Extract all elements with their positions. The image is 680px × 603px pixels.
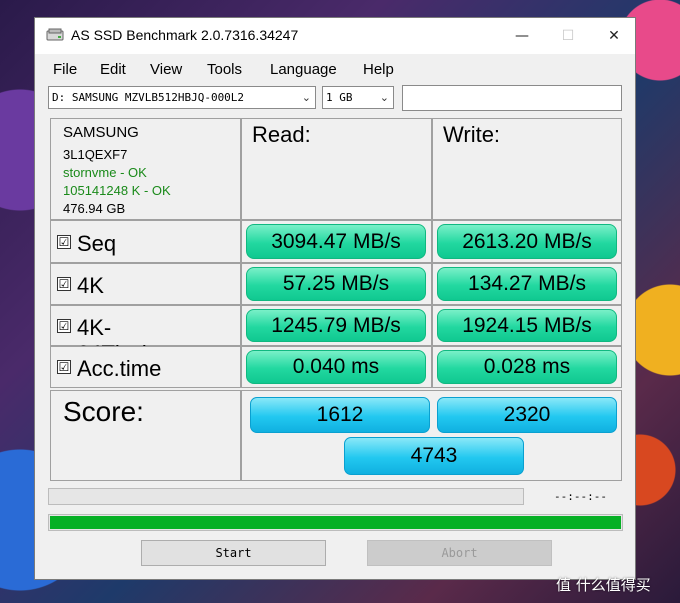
seq-read-result: 3094.47 MB/s bbox=[246, 224, 426, 259]
read-header-panel: Read: bbox=[241, 118, 432, 220]
4k-read-cell: 57.25 MB/s bbox=[241, 263, 432, 305]
start-button[interactable]: Start bbox=[141, 540, 326, 566]
chevron-down-icon: ⌄ bbox=[379, 91, 389, 104]
write-column-header: Write: bbox=[443, 122, 501, 147]
menu-view[interactable]: View bbox=[150, 61, 182, 78]
seq-checkbox[interactable]: ☑ bbox=[57, 235, 71, 249]
read-score: 1612 bbox=[250, 397, 430, 433]
driver-status: stornvme - OK bbox=[63, 165, 147, 180]
4k64-row-label-cell: ☑ 4K-64Thrd bbox=[50, 305, 241, 366]
app-window: AS SSD Benchmark 2.0.7316.34247 — ☐ ✕ Fi… bbox=[34, 17, 636, 580]
abort-button[interactable]: Abort bbox=[367, 540, 552, 566]
4k64-checkbox[interactable]: ☑ bbox=[57, 319, 71, 333]
close-button[interactable]: ✕ bbox=[591, 18, 637, 54]
menu-help[interactable]: Help bbox=[363, 61, 394, 78]
drive-app-icon bbox=[46, 28, 64, 41]
menu-bar: File Edit View Tools Language Help bbox=[35, 58, 635, 82]
4k64-read-result: 1245.79 MB/s bbox=[246, 309, 426, 342]
drive-select-value: D: SAMSUNG MZVLB512HBJQ-000L2 bbox=[52, 91, 245, 104]
menu-language[interactable]: Language bbox=[270, 61, 337, 78]
menu-file[interactable]: File bbox=[53, 61, 77, 78]
drive-model: SAMSUNG bbox=[63, 124, 139, 141]
score-label: Score: bbox=[63, 396, 144, 427]
text-field[interactable] bbox=[402, 85, 622, 111]
total-score: 4743 bbox=[344, 437, 524, 475]
4k64-read-cell: 1245.79 MB/s bbox=[241, 305, 432, 346]
4k-write-result: 134.27 MB/s bbox=[437, 267, 617, 301]
4k-row-label-cell: ☑ 4K bbox=[50, 263, 241, 305]
seq-label: Seq bbox=[77, 231, 117, 256]
seq-write-cell: 2613.20 MB/s bbox=[432, 220, 622, 263]
title-bar: AS SSD Benchmark 2.0.7316.34247 — ☐ ✕ bbox=[35, 18, 635, 54]
4k64-write-cell: 1924.15 MB/s bbox=[432, 305, 622, 346]
score-label-cell: Score: bbox=[50, 390, 241, 481]
4k64-write-result: 1924.15 MB/s bbox=[437, 309, 617, 342]
write-header-panel: Write: bbox=[432, 118, 622, 220]
seq-write-result: 2613.20 MB/s bbox=[437, 224, 617, 259]
minimize-button[interactable]: — bbox=[499, 18, 545, 54]
acctime-write-cell: 0.028 ms bbox=[432, 346, 622, 388]
progress-bar-fill bbox=[50, 516, 621, 529]
acctime-read-result: 0.040 ms bbox=[246, 350, 426, 384]
acctime-row-label-cell: ☑ Acc.time bbox=[50, 346, 241, 388]
seq-row-label-cell: ☑ Seq bbox=[50, 220, 241, 263]
menu-edit[interactable]: Edit bbox=[100, 61, 126, 78]
menu-tools[interactable]: Tools bbox=[207, 61, 242, 78]
size-select[interactable]: 1 GB ⌄ bbox=[322, 86, 394, 109]
acctime-write-result: 0.028 ms bbox=[437, 350, 617, 384]
4k-checkbox[interactable]: ☑ bbox=[57, 277, 71, 291]
watermark-text: 值 什么值得买 bbox=[556, 576, 651, 594]
4k-write-cell: 134.27 MB/s bbox=[432, 263, 622, 305]
4k-read-result: 57.25 MB/s bbox=[246, 267, 426, 301]
acctime-checkbox[interactable]: ☑ bbox=[57, 360, 71, 374]
acctime-label: Acc.time bbox=[77, 356, 162, 381]
acctime-read-cell: 0.040 ms bbox=[241, 346, 432, 388]
write-score: 2320 bbox=[437, 397, 617, 433]
window-title: AS SSD Benchmark 2.0.7316.34247 bbox=[71, 27, 299, 43]
elapsed-time: --:--:-- bbox=[554, 490, 607, 503]
drive-info-panel: SAMSUNG 3L1QEXF7 stornvme - OK 105141248… bbox=[50, 118, 241, 220]
drive-firmware: 3L1QEXF7 bbox=[63, 147, 128, 162]
alignment-status: 105141248 K - OK bbox=[63, 183, 171, 198]
progress-bar-current bbox=[48, 488, 524, 505]
drive-capacity: 476.94 GB bbox=[63, 201, 126, 216]
chevron-down-icon: ⌄ bbox=[301, 91, 311, 104]
maximize-button[interactable]: ☐ bbox=[545, 18, 591, 54]
drive-select[interactable]: D: SAMSUNG MZVLB512HBJQ-000L2 ⌄ bbox=[48, 86, 316, 109]
score-values-cell: 1612 2320 4743 bbox=[241, 390, 622, 481]
size-select-value: 1 GB bbox=[326, 91, 353, 104]
seq-read-cell: 3094.47 MB/s bbox=[241, 220, 432, 263]
4k-label: 4K bbox=[77, 273, 104, 298]
read-column-header: Read: bbox=[252, 122, 311, 147]
progress-bar-total bbox=[48, 514, 623, 531]
